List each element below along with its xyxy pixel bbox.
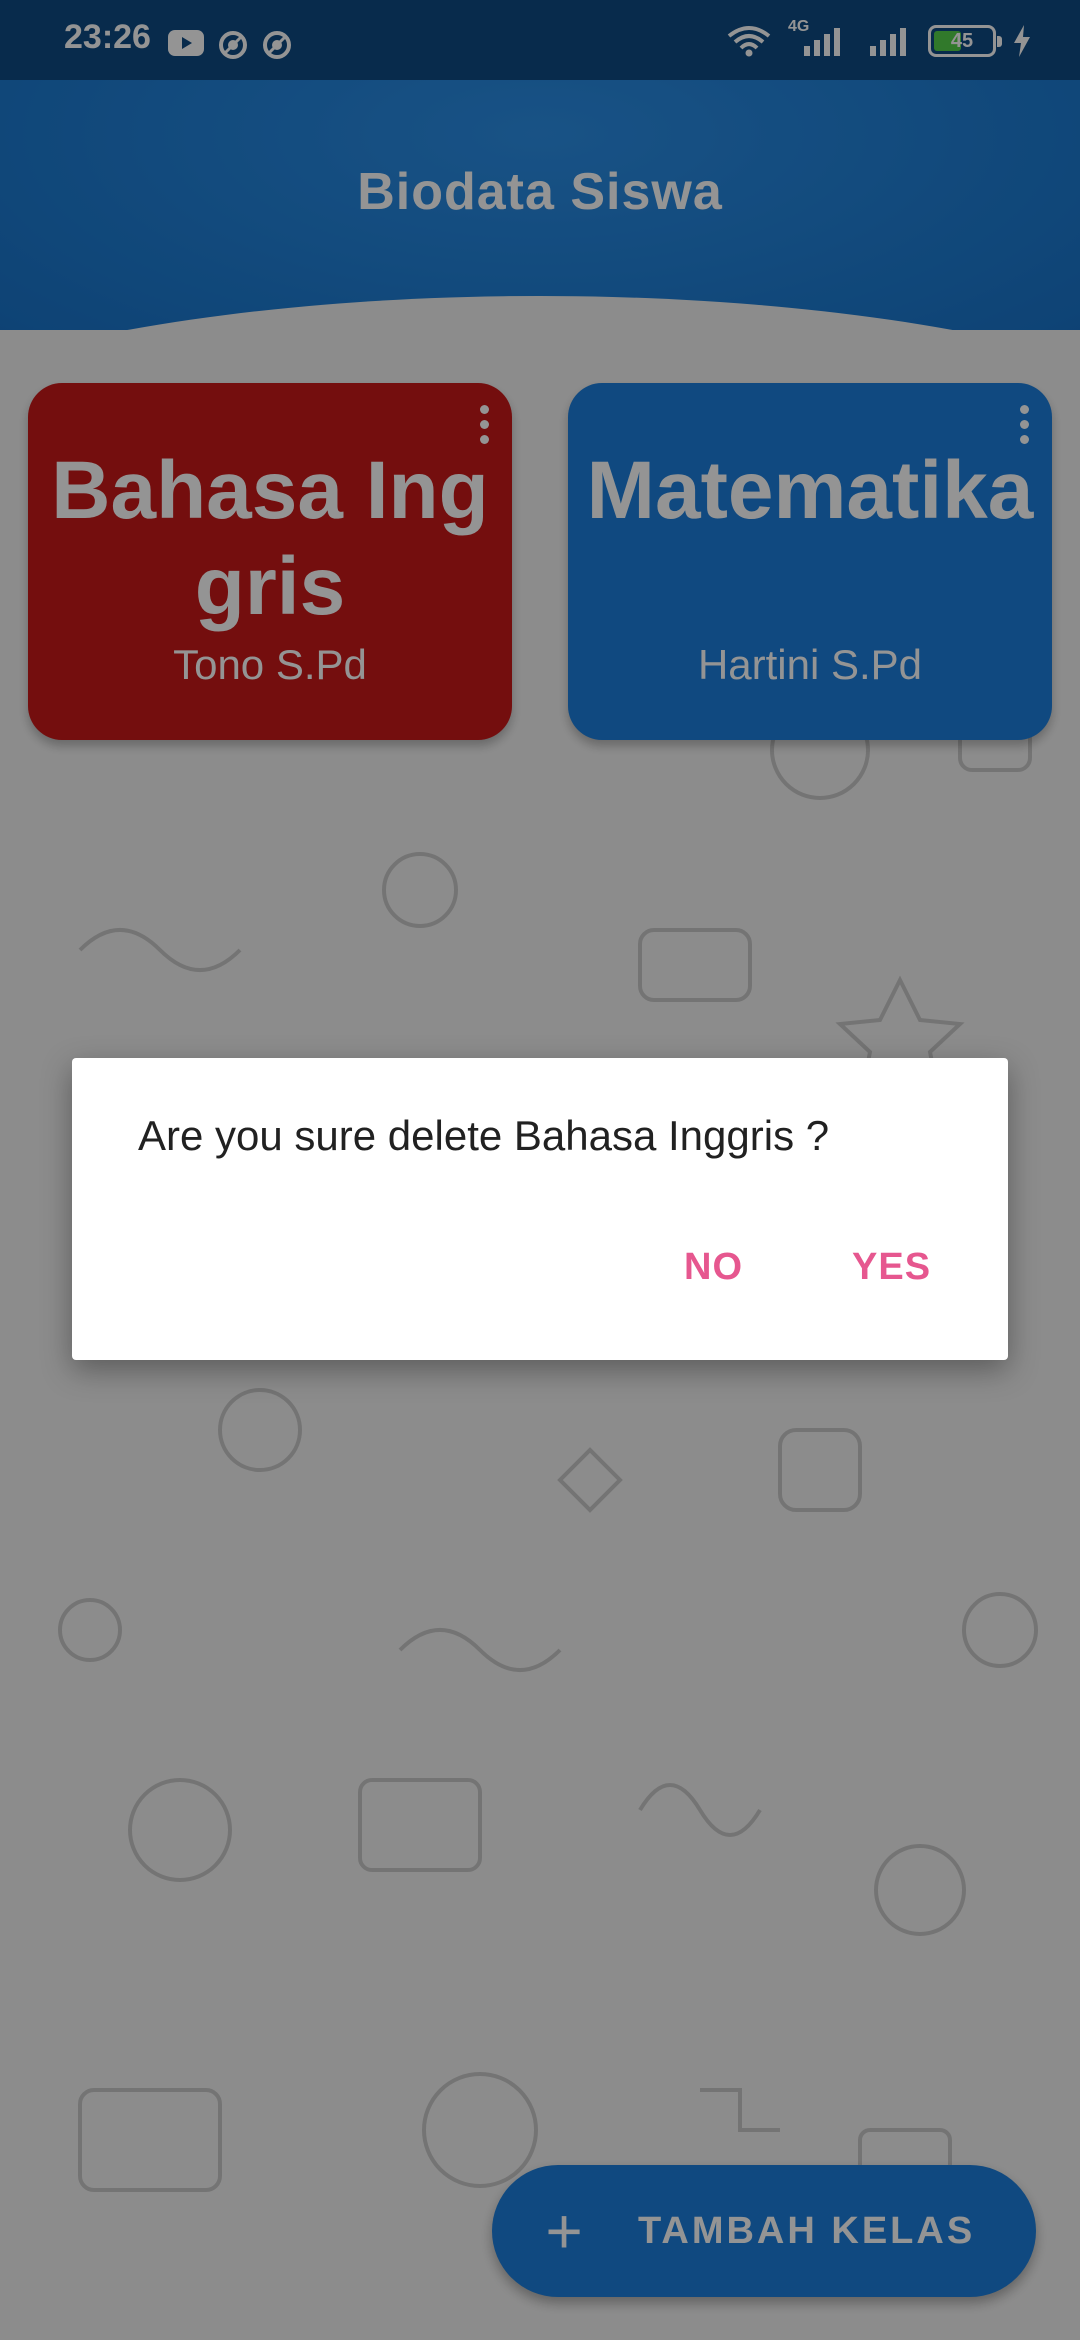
yes-button[interactable]: YES bbox=[852, 1246, 931, 1289]
delete-confirm-dialog: Are you sure delete Bahasa Inggris ? NO … bbox=[72, 1058, 1008, 1360]
screen: 23:26 4G 45 Biodata Siswa Bahasa Inggris… bbox=[0, 0, 1080, 2340]
dialog-message: Are you sure delete Bahasa Inggris ? bbox=[138, 1112, 830, 1159]
no-button[interactable]: NO bbox=[684, 1246, 743, 1289]
